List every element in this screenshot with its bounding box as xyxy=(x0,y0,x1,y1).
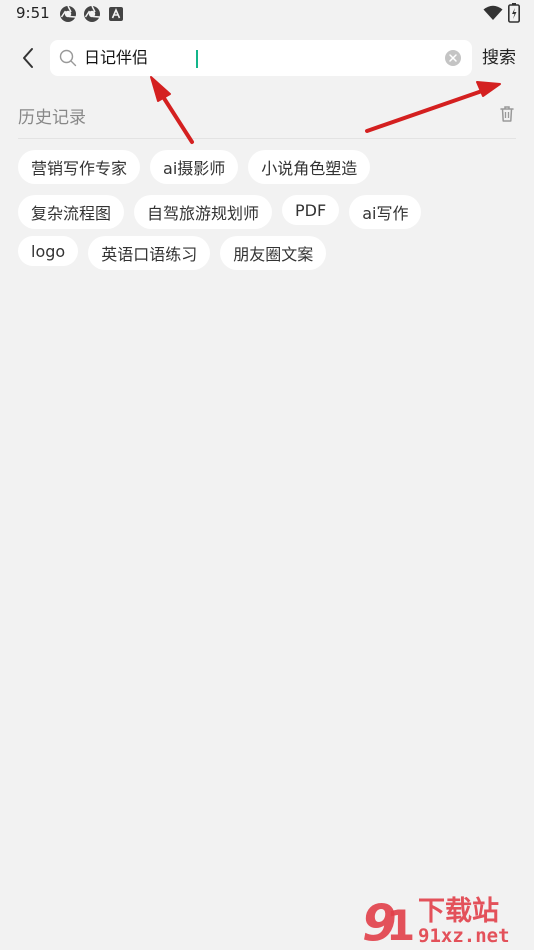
status-time: 9:51 xyxy=(16,4,50,22)
wifi-icon xyxy=(483,5,503,20)
chrome-icon xyxy=(84,5,100,22)
svg-text:1: 1 xyxy=(386,901,415,948)
back-button[interactable] xyxy=(10,40,46,76)
history-title: 历史记录 xyxy=(18,108,86,128)
search-button[interactable]: 搜索 xyxy=(482,44,516,72)
history-tag[interactable]: 英语口语练习 xyxy=(88,236,211,270)
arrowhead xyxy=(150,76,171,102)
history-tag[interactable]: ai摄影师 xyxy=(150,150,239,184)
history-tag[interactable]: 营销写作专家 xyxy=(18,150,141,184)
watermark-brand: 下载站 xyxy=(418,896,499,927)
clear-icon[interactable] xyxy=(444,49,462,67)
watermark-domain: 91xz.net xyxy=(418,925,510,947)
history-tag[interactable]: ai写作 xyxy=(349,195,422,229)
search-input[interactable] xyxy=(84,46,424,70)
search-header: 搜索 xyxy=(0,36,534,80)
history-tag[interactable]: 小说角色塑造 xyxy=(248,150,371,184)
history-tag[interactable]: 自驾旅游规划师 xyxy=(134,195,273,229)
search-box[interactable] xyxy=(50,40,472,76)
battery-icon xyxy=(508,3,520,23)
history-tags: 营销写作专家 ai摄影师 小说角色塑造 复杂流程图 自驾旅游规划师 PDF ai… xyxy=(18,150,518,281)
back-arrow-icon xyxy=(23,48,33,68)
search-icon xyxy=(59,49,77,67)
history-divider xyxy=(18,138,516,139)
history-tag[interactable]: logo xyxy=(18,236,79,266)
arrowhead xyxy=(476,81,501,97)
history-row: 复杂流程图 自驾旅游规划师 PDF ai写作 xyxy=(18,195,518,229)
annotation-arrow xyxy=(158,90,194,144)
status-bar: 9:51 xyxy=(0,0,534,28)
annotation-arrow xyxy=(365,89,484,133)
history-row: 营销写作专家 ai摄影师 小说角色塑造 xyxy=(18,150,518,184)
history-row: logo 英语口语练习 朋友圈文案 xyxy=(18,236,518,270)
trash-icon[interactable] xyxy=(497,104,517,124)
chrome-icon xyxy=(60,5,76,22)
text-cursor xyxy=(196,50,198,68)
annotation-arrows xyxy=(150,76,501,144)
history-tag[interactable]: 朋友圈文案 xyxy=(220,236,327,270)
a-app-icon xyxy=(109,7,123,21)
history-tag[interactable]: 复杂流程图 xyxy=(18,195,125,229)
watermark-logo: 9 1 下载站 91xz.net xyxy=(362,894,510,948)
history-tag[interactable]: PDF xyxy=(282,195,340,225)
